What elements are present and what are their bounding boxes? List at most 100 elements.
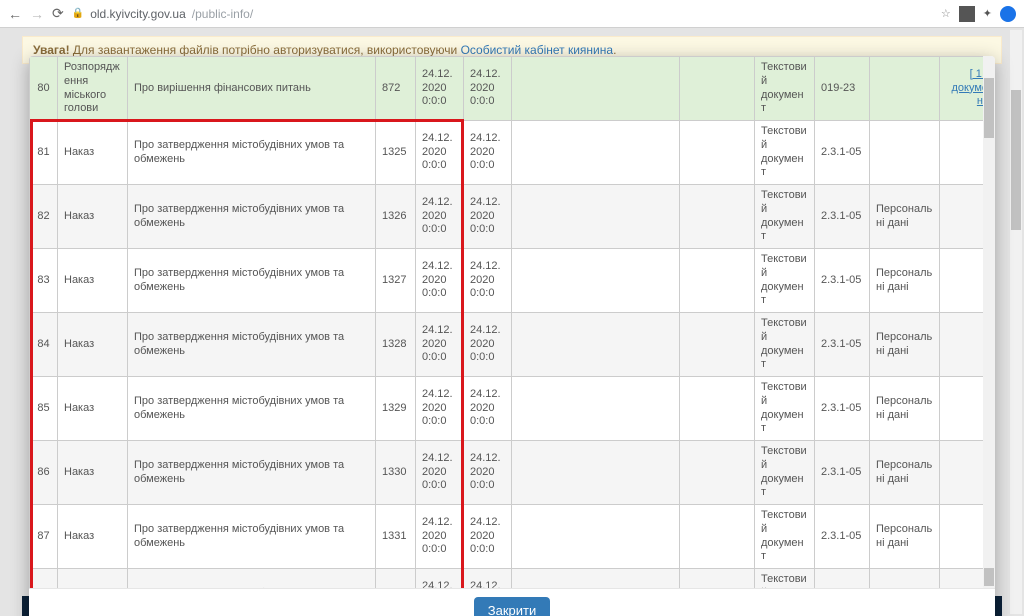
- cell-date1: 24.12.2020 0:0:0: [416, 185, 464, 249]
- cell-number: 1326: [376, 185, 416, 249]
- modal-overlay: 80Розпорядження міського головиПро виріш…: [0, 28, 1024, 616]
- table-row[interactable]: 80Розпорядження міського головиПро виріш…: [30, 57, 995, 121]
- reload-icon[interactable]: ⟳: [52, 5, 64, 22]
- cell-code: 019-23: [815, 57, 870, 121]
- cell-author: [512, 569, 680, 589]
- cell-format: Текстовий документ: [755, 505, 815, 569]
- table-row[interactable]: 81НаказПро затвердження містобудівних ум…: [30, 121, 995, 185]
- cell-personal: [870, 57, 940, 121]
- extension-icon[interactable]: [959, 6, 975, 22]
- cell-name: Про вирішення фінансових питань: [128, 57, 376, 121]
- cell-topic: [680, 441, 755, 505]
- modal-scrollbar[interactable]: [983, 56, 995, 588]
- table-row[interactable]: 86НаказПро затвердження містобудівних ум…: [30, 441, 995, 505]
- table-row[interactable]: 85НаказПро затвердження містобудівних ум…: [30, 377, 995, 441]
- table-row[interactable]: 84НаказПро затвердження містобудівних ум…: [30, 313, 995, 377]
- cell-type: Наказ: [58, 249, 128, 313]
- cell-format: Текстовий документ: [755, 185, 815, 249]
- cell-date2: 24.12.2020 0:0:0: [464, 57, 512, 121]
- cell-author: [512, 57, 680, 121]
- cell-type: Наказ: [58, 569, 128, 589]
- cell-date2: 24.12.2020 0:0:0: [464, 377, 512, 441]
- cell-index: 83: [30, 249, 58, 313]
- lock-icon: 🔒: [72, 8, 84, 19]
- cell-name: Про затвердження містобудівних умов та о…: [128, 505, 376, 569]
- cell-date2: 24.12.2020 0:0:0: [464, 185, 512, 249]
- cell-index: 82: [30, 185, 58, 249]
- puzzle-icon[interactable]: ✦: [983, 7, 992, 20]
- cell-code: 2.3.1-05: [815, 121, 870, 185]
- table-row[interactable]: 88НаказПро затвердження містобудівних ум…: [30, 569, 995, 589]
- cell-type: Наказ: [58, 121, 128, 185]
- url-host: old.kyivcity.gov.ua: [90, 7, 186, 21]
- cell-type: Розпорядження міського голови: [58, 57, 128, 121]
- cell-format: Текстовий документ: [755, 377, 815, 441]
- modal-scrollbar-thumb[interactable]: [984, 78, 994, 138]
- cell-date1: 24.12.2020 0:0:0: [416, 569, 464, 589]
- cell-topic: [680, 185, 755, 249]
- cell-code: 2.3.1-05: [815, 569, 870, 589]
- cell-index: 85: [30, 377, 58, 441]
- modal-scrollbar-thumb-2[interactable]: [984, 568, 994, 586]
- cell-date1: 24.12.2020 0:0:0: [416, 57, 464, 121]
- cell-topic: [680, 505, 755, 569]
- cell-name: Про затвердження містобудівних умов та о…: [128, 249, 376, 313]
- cell-index: 88: [30, 569, 58, 589]
- cell-format: Текстовий документ: [755, 121, 815, 185]
- cell-code: 2.3.1-05: [815, 377, 870, 441]
- cell-date1: 24.12.2020 0:0:0: [416, 313, 464, 377]
- cell-date2: 24.12.2020 0:0:0: [464, 569, 512, 589]
- cell-type: Наказ: [58, 313, 128, 377]
- cell-name: Про затвердження містобудівних умов та о…: [128, 441, 376, 505]
- table-row[interactable]: 82НаказПро затвердження містобудівних ум…: [30, 185, 995, 249]
- cell-number: 1332: [376, 569, 416, 589]
- profile-avatar[interactable]: [1000, 6, 1016, 22]
- modal-dialog: 80Розпорядження міського головиПро виріш…: [29, 56, 995, 616]
- cell-index: 84: [30, 313, 58, 377]
- cell-date2: 24.12.2020 0:0:0: [464, 121, 512, 185]
- toolbar-right: ☆ ✦: [941, 6, 1016, 22]
- back-icon[interactable]: ←: [8, 6, 22, 22]
- cell-format: Текстовий документ: [755, 249, 815, 313]
- address-bar[interactable]: 🔒 old.kyivcity.gov.ua/public-info/: [72, 7, 253, 21]
- cell-format: Текстовий документ: [755, 569, 815, 589]
- star-icon[interactable]: ☆: [941, 7, 951, 20]
- cell-code: 2.3.1-05: [815, 441, 870, 505]
- cell-number: 872: [376, 57, 416, 121]
- cell-topic: [680, 377, 755, 441]
- cell-date1: 24.12.2020 0:0:0: [416, 505, 464, 569]
- cell-name: Про затвердження містобудівних умов та о…: [128, 185, 376, 249]
- cell-personal: Персональні дані: [870, 569, 940, 589]
- table-row[interactable]: 87НаказПро затвердження містобудівних ум…: [30, 505, 995, 569]
- cell-personal: Персональні дані: [870, 313, 940, 377]
- url-path: /public-info/: [192, 7, 253, 21]
- cell-author: [512, 313, 680, 377]
- cell-personal: Персональні дані: [870, 441, 940, 505]
- close-button[interactable]: Закрити: [474, 597, 550, 616]
- cell-index: 81: [30, 121, 58, 185]
- cell-code: 2.3.1-05: [815, 185, 870, 249]
- cell-topic: [680, 313, 755, 377]
- cell-number: 1327: [376, 249, 416, 313]
- cell-format: Текстовий документ: [755, 441, 815, 505]
- table-scroll-area[interactable]: 80Розпорядження міського головиПро виріш…: [29, 56, 995, 588]
- cell-code: 2.3.1-05: [815, 313, 870, 377]
- cell-personal: [870, 121, 940, 185]
- cell-type: Наказ: [58, 377, 128, 441]
- table-row[interactable]: 83НаказПро затвердження містобудівних ум…: [30, 249, 995, 313]
- cell-date2: 24.12.2020 0:0:0: [464, 249, 512, 313]
- cell-number: 1325: [376, 121, 416, 185]
- cell-number: 1329: [376, 377, 416, 441]
- cell-personal: Персональні дані: [870, 377, 940, 441]
- cell-author: [512, 441, 680, 505]
- cell-topic: [680, 57, 755, 121]
- cell-index: 87: [30, 505, 58, 569]
- cell-personal: Персональні дані: [870, 185, 940, 249]
- cell-type: Наказ: [58, 505, 128, 569]
- cell-topic: [680, 121, 755, 185]
- browser-toolbar: ← → ⟳ 🔒 old.kyivcity.gov.ua/public-info/…: [0, 0, 1024, 28]
- cell-date2: 24.12.2020 0:0:0: [464, 505, 512, 569]
- cell-date2: 24.12.2020 0:0:0: [464, 313, 512, 377]
- forward-icon[interactable]: →: [30, 6, 44, 22]
- cell-code: 2.3.1-05: [815, 505, 870, 569]
